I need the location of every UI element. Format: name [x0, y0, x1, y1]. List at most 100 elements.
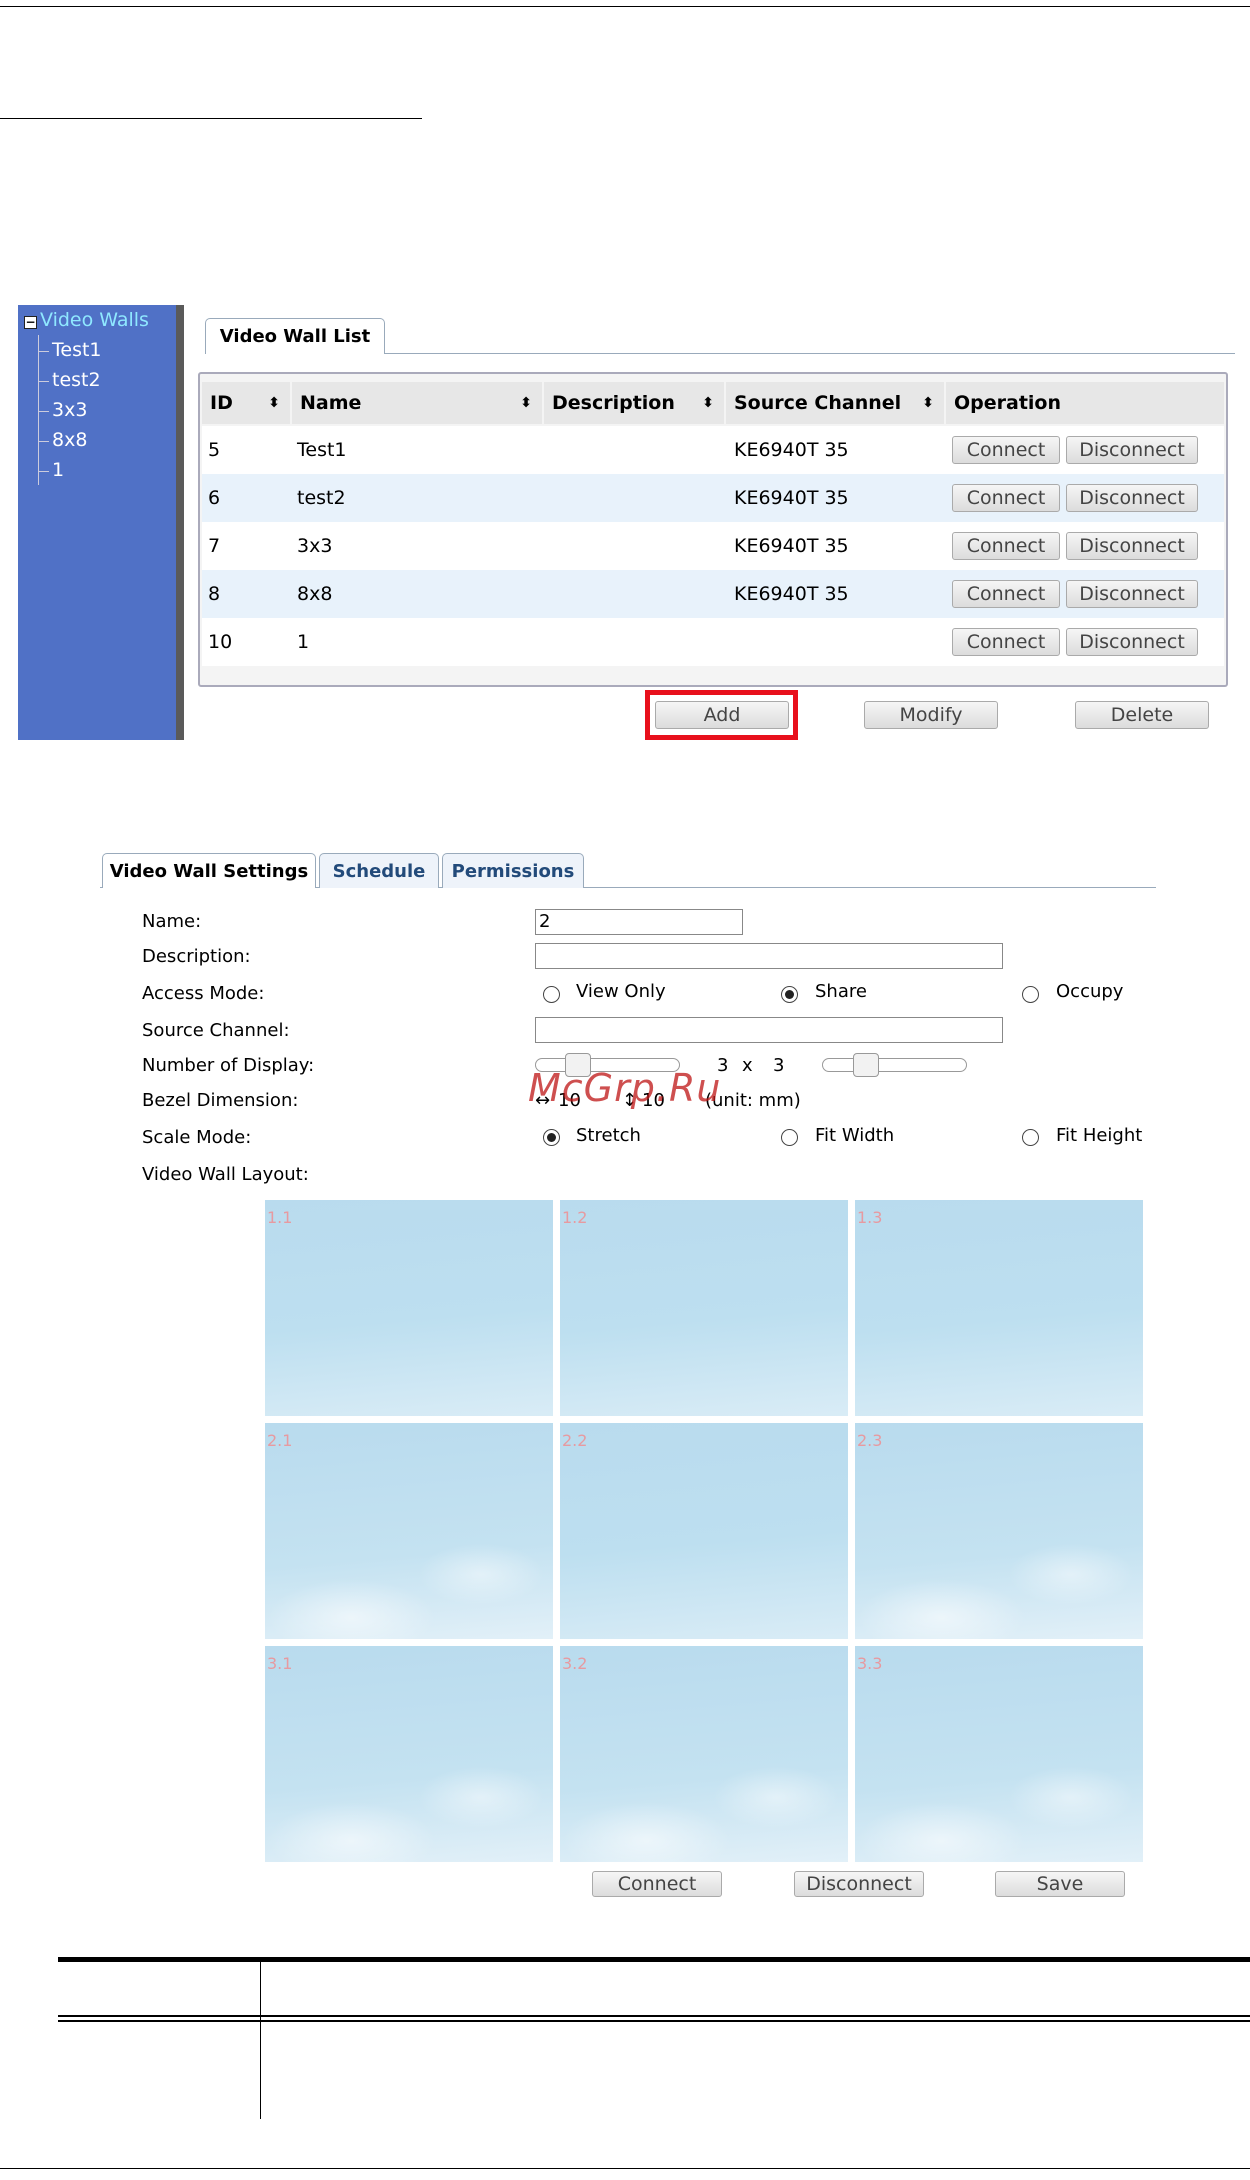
header-source-channel[interactable]: Source Channel ⬍: [726, 382, 944, 424]
tree-item-3x3[interactable]: 3x3: [37, 399, 87, 421]
source-channel-field[interactable]: [535, 1017, 1003, 1043]
tree-item-test1[interactable]: Test1: [38, 339, 102, 361]
modify-button[interactable]: Modify: [864, 701, 998, 729]
cell-label: 3.2: [562, 1654, 588, 1673]
scale-stretch-label: Stretch: [576, 1125, 641, 1146]
tree-item-test2[interactable]: test2: [38, 369, 101, 391]
scale-fit-height-radio[interactable]: [1022, 1129, 1039, 1146]
cell-name: 8x8: [297, 583, 333, 605]
scale-mode-label: Scale Mode:: [142, 1127, 252, 1148]
source-channel-label: Source Channel:: [142, 1020, 290, 1041]
name-field[interactable]: 2: [535, 909, 743, 935]
video-wall-layout-grid: 1.1 1.2 1.3 2.1 2.2 2.3 3.1 3.2 3.3: [265, 1200, 1145, 1865]
table-row[interactable]: 5 Test1 KE6940T 35 Connect Disconnect: [202, 426, 1224, 474]
connect-button[interactable]: Connect: [952, 580, 1060, 608]
tree-root-video-walls[interactable]: − Video Walls: [24, 309, 149, 331]
sort-icon[interactable]: ⬍: [702, 382, 714, 424]
cell-label: 2.1: [267, 1431, 293, 1450]
description-field[interactable]: [535, 943, 1003, 969]
wall-cell-1-3[interactable]: 1.3: [855, 1200, 1143, 1416]
disconnect-button[interactable]: Disconnect: [1066, 484, 1198, 512]
sort-icon[interactable]: ⬍: [520, 382, 532, 424]
header-id[interactable]: ID ⬍: [202, 382, 290, 424]
section-underline: [0, 118, 422, 119]
header-name[interactable]: Name ⬍: [292, 382, 542, 424]
header-description-label: Description: [552, 392, 675, 414]
table-top-rule: [58, 1957, 1250, 1962]
wall-cell-2-2[interactable]: 2.2: [560, 1423, 848, 1639]
access-occupy-label: Occupy: [1056, 981, 1124, 1002]
wall-cell-2-1[interactable]: 2.1: [265, 1423, 553, 1639]
disconnect-button[interactable]: Disconnect: [1066, 436, 1198, 464]
scale-fit-width-radio[interactable]: [781, 1129, 798, 1146]
watermark: McGrp.Ru: [528, 1066, 722, 1110]
cell-source-channel: KE6940T 35: [734, 487, 849, 509]
table-row[interactable]: 6 test2 KE6940T 35 Connect Disconnect: [202, 474, 1224, 522]
cell-label: 1.2: [562, 1208, 588, 1227]
tree-panel-edge: [176, 305, 184, 740]
wall-cell-3-3[interactable]: 3.3: [855, 1646, 1143, 1862]
tab-schedule[interactable]: Schedule: [319, 853, 439, 888]
access-mode-label: Access Mode:: [142, 983, 265, 1004]
top-rule: [0, 6, 1250, 7]
settings-connect-button[interactable]: Connect: [592, 1871, 722, 1897]
tree-root-label: Video Walls: [40, 309, 149, 331]
table-header-rule-2: [58, 2020, 1250, 2022]
cell-label: 3.3: [857, 1654, 883, 1673]
scale-fit-width-label: Fit Width: [815, 1125, 895, 1146]
number-of-display-label: Number of Display:: [142, 1055, 315, 1076]
tree-connector-line: [38, 335, 39, 485]
connect-button[interactable]: Connect: [952, 436, 1060, 464]
sort-icon[interactable]: ⬍: [922, 382, 934, 424]
add-button[interactable]: Add: [655, 701, 789, 729]
disconnect-button[interactable]: Disconnect: [1066, 580, 1198, 608]
display-times-sign: x: [742, 1055, 753, 1076]
tab-video-wall-list[interactable]: Video Wall List: [205, 318, 385, 354]
display-rows-slider-handle[interactable]: [853, 1053, 879, 1077]
settings-disconnect-button[interactable]: Disconnect: [794, 1871, 924, 1897]
video-wall-layout-label: Video Wall Layout:: [142, 1164, 309, 1185]
bottom-rule: [0, 2168, 1250, 2169]
disconnect-button[interactable]: Disconnect: [1066, 532, 1198, 560]
cell-source-channel: KE6940T 35: [734, 439, 849, 461]
display-rows-slider[interactable]: [822, 1058, 967, 1072]
cell-label: 1.1: [267, 1208, 293, 1227]
scale-stretch-radio[interactable]: [543, 1129, 560, 1146]
table-row[interactable]: 7 3x3 KE6940T 35 Connect Disconnect: [202, 522, 1224, 570]
header-operation-label: Operation: [954, 392, 1062, 414]
settings-save-button[interactable]: Save: [995, 1871, 1125, 1897]
delete-button[interactable]: Delete: [1075, 701, 1209, 729]
header-name-label: Name: [300, 392, 362, 414]
table-row[interactable]: 10 1 Connect Disconnect: [202, 618, 1224, 666]
wall-cell-3-1[interactable]: 3.1: [265, 1646, 553, 1862]
tab-permissions[interactable]: Permissions: [442, 853, 584, 888]
cell-label: 3.1: [267, 1654, 293, 1673]
connect-button[interactable]: Connect: [952, 628, 1060, 656]
cell-id: 7: [208, 535, 221, 557]
connect-button[interactable]: Connect: [952, 484, 1060, 512]
wall-cell-2-3[interactable]: 2.3: [855, 1423, 1143, 1639]
tree-item-1[interactable]: 1: [37, 459, 64, 481]
collapse-icon[interactable]: −: [24, 316, 37, 329]
disconnect-button[interactable]: Disconnect: [1066, 628, 1198, 656]
bezel-dimension-label: Bezel Dimension:: [142, 1090, 299, 1111]
sort-icon[interactable]: ⬍: [268, 382, 280, 424]
table-row[interactable]: 8 8x8 KE6940T 35 Connect Disconnect: [202, 570, 1224, 618]
wall-cell-1-2[interactable]: 1.2: [560, 1200, 848, 1416]
cell-label: 1.3: [857, 1208, 883, 1227]
access-occupy-radio[interactable]: [1022, 986, 1039, 1003]
tree-item-8x8[interactable]: 8x8: [37, 429, 87, 451]
table-column-divider: [260, 1962, 261, 2119]
cell-name: 1: [297, 631, 310, 653]
header-description[interactable]: Description ⬍: [544, 382, 724, 424]
wall-cell-1-1[interactable]: 1.1: [265, 1200, 553, 1416]
access-share-radio[interactable]: [781, 986, 798, 1003]
name-label: Name:: [142, 911, 202, 932]
tab-video-wall-settings[interactable]: Video Wall Settings: [102, 853, 316, 888]
connect-button[interactable]: Connect: [952, 532, 1060, 560]
wall-cell-3-2[interactable]: 3.2: [560, 1646, 848, 1862]
cell-id: 10: [208, 631, 233, 653]
display-rows-value: 3: [773, 1055, 785, 1076]
table-header-rule-1: [58, 2015, 1250, 2017]
access-view-only-radio[interactable]: [543, 986, 560, 1003]
